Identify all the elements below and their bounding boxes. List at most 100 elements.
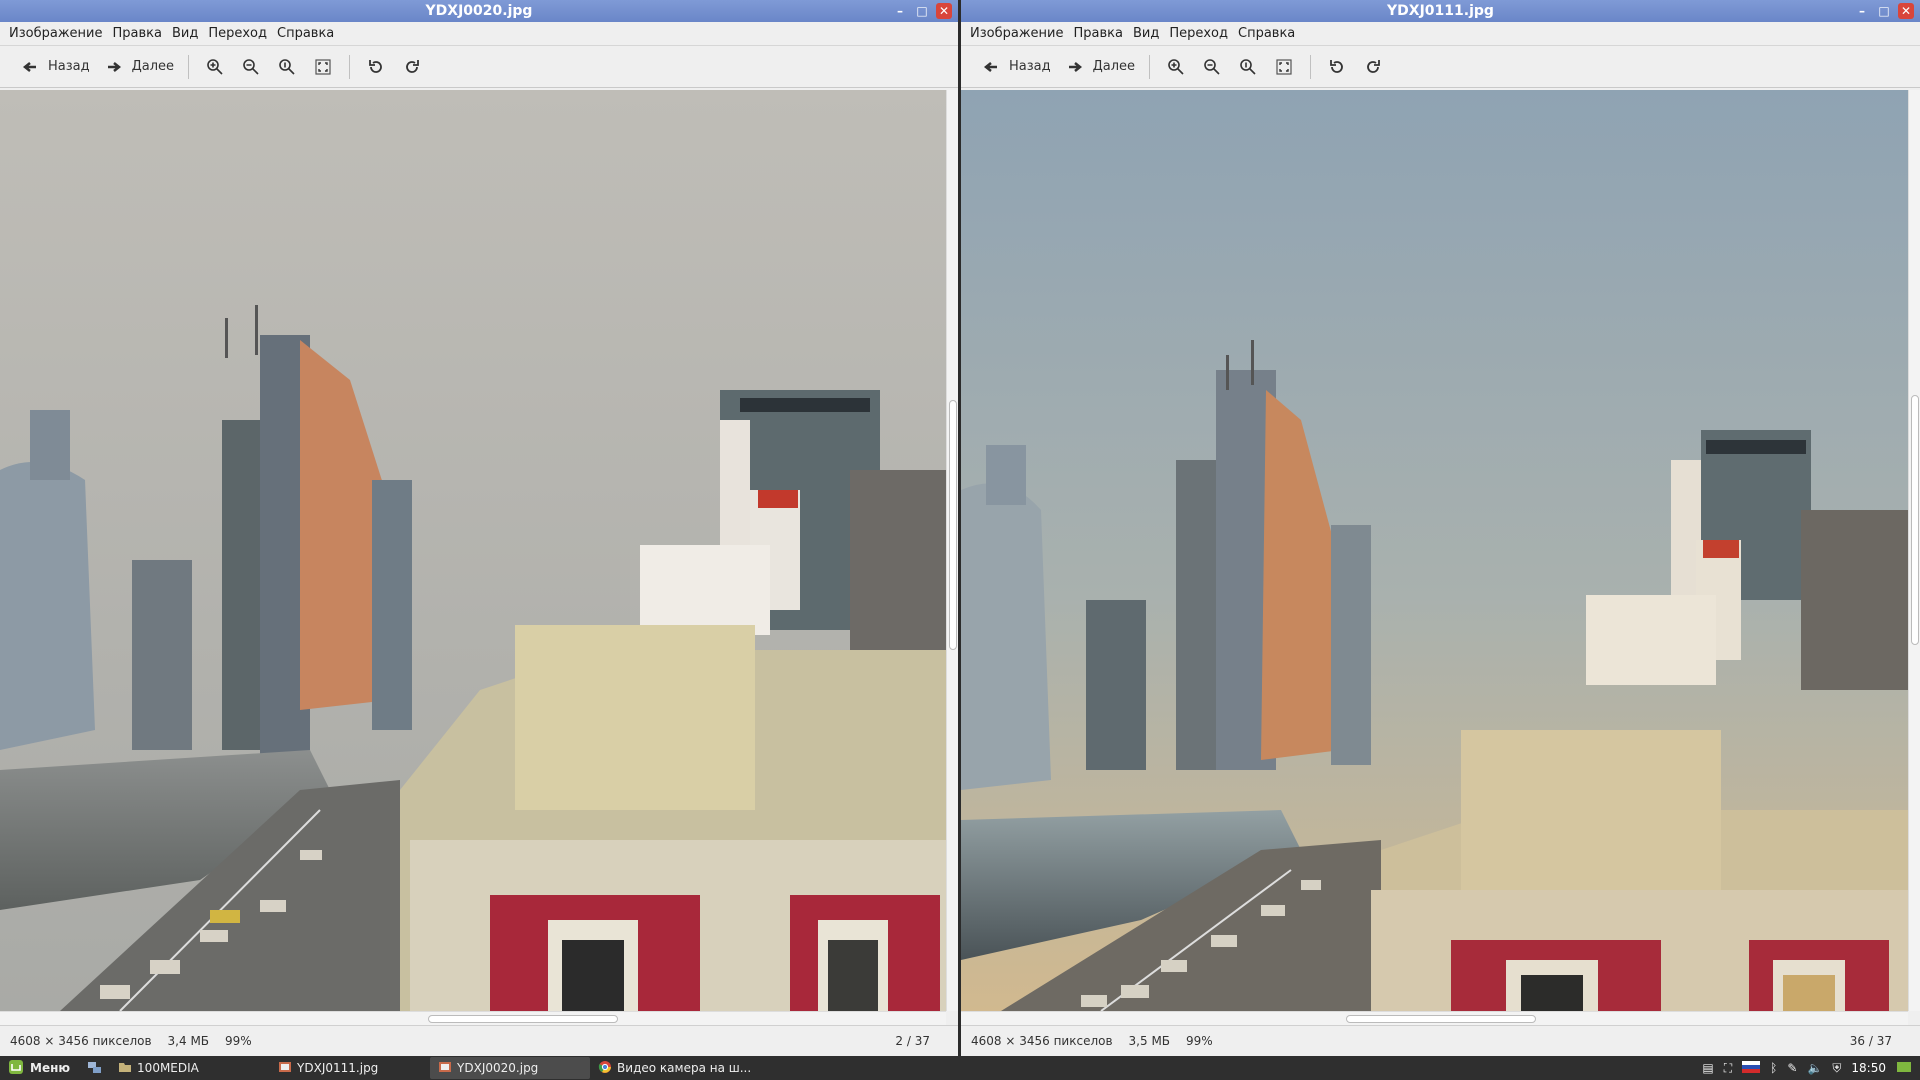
maximize-button[interactable]: □ (914, 3, 930, 19)
menu-view[interactable]: Вид (1128, 26, 1164, 41)
zoom-out-icon (1200, 55, 1224, 79)
folder-icon (118, 1060, 132, 1077)
image-view[interactable] (0, 90, 946, 1011)
menu-edit[interactable]: Правка (107, 26, 166, 41)
network-icon[interactable] (86, 1059, 102, 1078)
keyboard-layout-flag-icon[interactable] (1742, 1060, 1761, 1076)
scroll-thumb[interactable] (428, 1015, 618, 1023)
minimize-button[interactable]: – (892, 3, 908, 19)
close-button[interactable]: ✕ (936, 3, 952, 19)
menubar: Изображение Правка Вид Переход Справка (0, 22, 958, 46)
rotate-left-icon (1325, 55, 1349, 79)
task-ydxj0111[interactable]: YDXJ0111.jpg (270, 1057, 430, 1079)
zoom-in-button[interactable] (1158, 51, 1194, 83)
menu-go[interactable]: Переход (1164, 26, 1233, 41)
scroll-thumb[interactable] (1346, 1015, 1536, 1023)
taskbar: Меню 100MEDIA YDXJ0111.jpg YDXJ0020.jpg … (0, 1056, 1920, 1080)
photo-moscow-city-right (961, 90, 1908, 1011)
horizontal-scrollbar[interactable] (961, 1011, 1908, 1025)
toolbar: Назад Далее (961, 46, 1920, 88)
clipboard-icon[interactable]: ▤ (1702, 1061, 1713, 1075)
image-viewer-window-left: YDXJ0020.jpg – □ ✕ Изображение Правка Ви… (0, 0, 958, 1056)
menu-go[interactable]: Переход (203, 26, 272, 41)
zoom-out-button[interactable] (1194, 51, 1230, 83)
task-label: YDXJ0111.jpg (297, 1061, 379, 1075)
task-folder-100media[interactable]: 100MEDIA (110, 1057, 270, 1079)
image-counter: 36 / 37 (1849, 1034, 1892, 1048)
arrow-left-icon (979, 55, 1003, 79)
file-size: 3,5 МБ (1128, 1034, 1171, 1048)
menu-view[interactable]: Вид (167, 26, 203, 41)
toolbar-separator (349, 54, 351, 79)
forward-label: Далее (1092, 59, 1136, 74)
rotate-left-button[interactable] (358, 51, 394, 83)
menubar: Изображение Правка Вид Переход Справка (961, 22, 1920, 46)
zoom-fit-button[interactable] (305, 51, 341, 83)
scroll-thumb[interactable] (949, 400, 957, 650)
zoom-out-button[interactable] (233, 51, 269, 83)
image-counter: 2 / 37 (895, 1034, 930, 1048)
clock[interactable]: 18:50 (1851, 1061, 1886, 1075)
menu-edit[interactable]: Правка (1068, 26, 1127, 41)
task-label: 100MEDIA (137, 1061, 199, 1075)
zoom-fit-button[interactable] (1266, 51, 1302, 83)
pen-icon[interactable]: ✎ (1787, 1061, 1797, 1075)
rotate-right-icon (1361, 55, 1385, 79)
image-viewer-icon (278, 1060, 292, 1077)
vertical-scrollbar[interactable] (1908, 90, 1920, 1011)
task-ydxj0020[interactable]: YDXJ0020.jpg (430, 1057, 591, 1079)
minimize-button[interactable]: – (1854, 3, 1870, 19)
zoom-fit-icon (311, 55, 335, 79)
forward-button[interactable]: Далее (96, 51, 180, 83)
menu-image[interactable]: Изображение (4, 26, 107, 41)
zoom-level: 99% (225, 1034, 252, 1048)
zoom-in-button[interactable] (197, 51, 233, 83)
zoom-normal-button[interactable] (1230, 51, 1266, 83)
show-desktop-icon[interactable] (1896, 1060, 1912, 1077)
rotate-right-button[interactable] (1355, 51, 1391, 83)
vertical-scrollbar[interactable] (946, 90, 958, 1011)
maximize-button[interactable]: □ (1876, 3, 1892, 19)
window-title: YDXJ0111.jpg (1387, 3, 1494, 19)
menu-help[interactable]: Справка (1233, 26, 1300, 41)
shield-icon[interactable]: ⛨ (1832, 1061, 1841, 1076)
chrome-icon (598, 1060, 612, 1077)
task-browser-video[interactable]: Видео камера на ш... (590, 1057, 750, 1079)
update-icon[interactable]: ⛶ (1724, 1061, 1732, 1076)
zoom-out-icon (239, 55, 263, 79)
image-view[interactable] (961, 90, 1908, 1011)
menu-help[interactable]: Справка (272, 26, 339, 41)
window-title: YDXJ0020.jpg (425, 3, 533, 19)
zoom-normal-button[interactable] (269, 51, 305, 83)
close-button[interactable]: ✕ (1898, 3, 1914, 19)
rotate-left-button[interactable] (1319, 51, 1355, 83)
scroll-thumb[interactable] (1911, 395, 1919, 645)
toolbar: Назад Далее (0, 46, 958, 88)
back-button[interactable]: Назад (973, 51, 1057, 83)
titlebar[interactable]: YDXJ0020.jpg – □ ✕ (0, 0, 958, 22)
zoom-in-icon (203, 55, 227, 79)
task-label: Видео камера на ш... (617, 1061, 751, 1075)
toolbar-separator (188, 54, 190, 79)
arrow-left-icon (18, 55, 42, 79)
volume-icon[interactable]: 🔈 (1807, 1061, 1822, 1075)
arrow-right-icon (102, 55, 126, 79)
zoom-fit-icon (1272, 55, 1296, 79)
back-label: Назад (48, 59, 90, 74)
image-viewer-window-right: YDXJ0111.jpg – □ ✕ Изображение Правка Ви… (961, 0, 1920, 1056)
start-menu-button[interactable]: Меню (0, 1056, 110, 1080)
toolbar-separator (1310, 54, 1312, 79)
menu-image[interactable]: Изображение (965, 26, 1068, 41)
rotate-right-icon (400, 55, 424, 79)
image-viewer-icon (438, 1060, 452, 1077)
titlebar[interactable]: YDXJ0111.jpg – □ ✕ (961, 0, 1920, 22)
photo-moscow-city-left (0, 90, 946, 1011)
forward-button[interactable]: Далее (1057, 51, 1141, 83)
zoom-level: 99% (1186, 1034, 1213, 1048)
back-button[interactable]: Назад (12, 51, 96, 83)
forward-label: Далее (131, 59, 175, 74)
bluetooth-icon[interactable]: ᛒ (1770, 1061, 1777, 1075)
rotate-right-button[interactable] (394, 51, 430, 83)
file-size: 3,4 МБ (167, 1034, 210, 1048)
horizontal-scrollbar[interactable] (0, 1011, 946, 1025)
